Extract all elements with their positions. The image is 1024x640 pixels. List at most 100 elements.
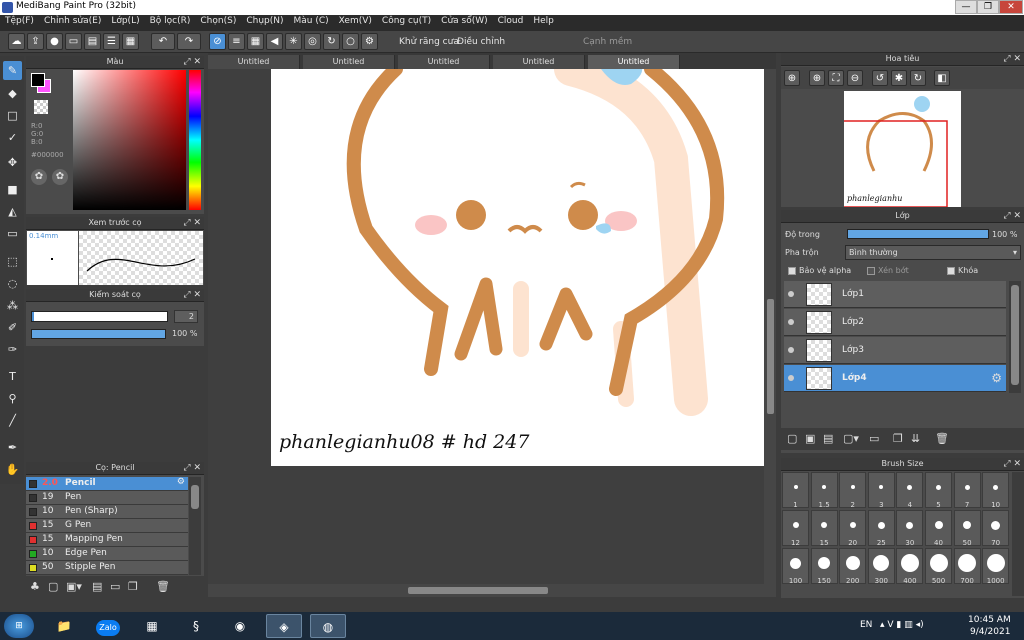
tab-untitled-5[interactable]: Untitled	[588, 55, 680, 69]
grid-snap-icon[interactable]: ▦	[247, 33, 264, 50]
tab-untitled-2[interactable]: Untitled	[303, 55, 395, 69]
menu-snap[interactable]: Chụp(N)	[241, 15, 288, 27]
brush-size-cell[interactable]: 700	[953, 548, 981, 585]
zalo-icon[interactable]: Zalo	[90, 614, 126, 638]
brush-size-cell[interactable]: 5	[925, 472, 952, 509]
fit-icon[interactable]: ⛶	[828, 70, 844, 86]
radial-snap-icon[interactable]: ✳	[285, 33, 302, 50]
comment-icon[interactable]: ●	[46, 33, 63, 50]
brush-size-cell[interactable]: 4	[896, 472, 924, 509]
settings-snap-icon[interactable]: ⚙	[361, 33, 378, 50]
lasso-tool-icon[interactable]: ◌	[3, 274, 22, 293]
brush-size-cell[interactable]: 30	[896, 510, 924, 547]
brush-size-cell[interactable]: 3	[867, 472, 895, 509]
redo-icon[interactable]: ↷	[177, 33, 201, 50]
circle-snap-icon[interactable]: ◎	[304, 33, 321, 50]
visibility-icon[interactable]	[788, 347, 794, 353]
canvas-vertical-scrollbar[interactable]	[764, 69, 776, 584]
layer-row[interactable]: Lớp1	[784, 281, 1006, 308]
zoom-in-2-icon[interactable]: ⊕	[809, 70, 825, 86]
saturation-value-picker[interactable]	[73, 70, 186, 210]
shape-tool-icon[interactable]: ■	[3, 180, 22, 199]
brush-menu-icon[interactable]: ▣▾	[66, 580, 82, 593]
brush-size-cell[interactable]: 500	[925, 548, 952, 585]
brush-settings-icon[interactable]: ⚙	[177, 477, 185, 487]
tab-untitled-1[interactable]: Untitled	[208, 55, 300, 69]
magic-wand-icon[interactable]: ⁂	[3, 296, 22, 315]
new-halftone-layer-icon[interactable]: ▣	[805, 432, 815, 445]
menu-cloud[interactable]: Cloud	[493, 15, 529, 27]
select-tool-icon[interactable]: ⬚	[3, 252, 22, 271]
brush-list-scrollbar[interactable]	[189, 477, 201, 575]
brush-item[interactable]: 50 Stipple Pen	[26, 561, 188, 575]
canvas-horizontal-scrollbar[interactable]	[208, 584, 776, 597]
brush-size-cell[interactable]: 2	[839, 472, 867, 509]
brush-size-cell[interactable]: 300	[867, 548, 895, 585]
trash-icon[interactable]: 🗑	[935, 432, 949, 445]
visibility-icon[interactable]	[788, 375, 794, 381]
gradient-tool-icon[interactable]: ▭	[3, 224, 22, 243]
clock-time[interactable]: 10:45 AM	[968, 615, 1011, 625]
brush-size-cell[interactable]: 20	[839, 510, 867, 547]
drawing-canvas[interactable]: phanlegianhu08 # hd 247	[271, 69, 764, 466]
app-grid-icon[interactable]: ▦	[134, 614, 170, 638]
menu-filter[interactable]: Bộ lọc(R)	[145, 15, 196, 27]
palette-icon[interactable]: ✿	[31, 169, 47, 185]
operation-tool-icon[interactable]: ⚲	[3, 389, 22, 408]
protect-alpha-checkbox[interactable]	[788, 267, 796, 275]
menu-edit[interactable]: Chỉnh sửa(E)	[39, 15, 106, 27]
brush-size-cell[interactable]: 12	[782, 510, 809, 547]
brush-size-scrollbar[interactable]	[1012, 472, 1024, 596]
layer-row-selected[interactable]: Lớp4 ⚙	[784, 365, 1006, 392]
share-icon[interactable]: ⇪	[27, 33, 44, 50]
ellipse-snap-icon[interactable]: ○	[342, 33, 359, 50]
restore-button[interactable]: ❐	[977, 0, 999, 14]
clip-checkbox[interactable]	[867, 267, 875, 275]
menu-window[interactable]: Cửa sổ(W)	[436, 15, 492, 27]
layer-folder-icon[interactable]: ▭	[869, 432, 879, 445]
minimize-button[interactable]: —	[955, 0, 977, 14]
brush-folder-icon[interactable]: ▭	[110, 580, 120, 593]
brush-size-cell[interactable]: 1.5	[810, 472, 838, 509]
brush-size-cell[interactable]: 15	[810, 510, 838, 547]
transparent-swatch[interactable]	[34, 100, 48, 114]
close-icon[interactable]: ⤢ ✕	[183, 217, 201, 229]
add-layer-menu-icon[interactable]: ▢▾	[843, 432, 859, 445]
new-8bit-layer-icon[interactable]: ▤	[823, 432, 833, 445]
grid-icon[interactable]: ▦	[122, 33, 139, 50]
hand-tool-icon[interactable]: ✋	[3, 460, 22, 479]
move-tool-icon[interactable]: ✥	[3, 153, 22, 172]
blend-mode-dropdown[interactable]: Bình thường ▾	[845, 245, 1021, 260]
layer-settings-icon[interactable]: ⚙	[991, 371, 1002, 385]
brush-size-cell[interactable]: 200	[839, 548, 867, 585]
brush-opacity-slider[interactable]	[31, 329, 166, 339]
eraser-tool-icon[interactable]: ◆	[3, 84, 22, 103]
menu-color[interactable]: Màu (C)	[289, 15, 334, 27]
rotate-left-icon[interactable]: ↺	[872, 70, 888, 86]
close-button[interactable]: ✕	[999, 0, 1023, 14]
rotate-right-icon[interactable]: ↻	[910, 70, 926, 86]
snap-off-icon[interactable]: ⊘	[209, 33, 226, 50]
brush-tool-icon[interactable]: ✎	[3, 61, 22, 80]
tab-untitled-3[interactable]: Untitled	[398, 55, 490, 69]
brush-size-slider[interactable]	[31, 311, 168, 322]
layer-row[interactable]: Lớp2	[784, 309, 1006, 336]
dot-tool-icon[interactable]: □	[3, 106, 22, 125]
zoom-in-icon[interactable]: ⊕	[784, 70, 800, 86]
start-button[interactable]: ⊞	[4, 614, 34, 638]
select-eraser-icon[interactable]: ✑	[3, 340, 22, 359]
close-icon[interactable]: ⤢ ✕	[1003, 210, 1021, 222]
navigator-thumbnail[interactable]: phanlegianhu	[830, 91, 961, 208]
vanish-snap-icon[interactable]: ◀	[266, 33, 283, 50]
undo-icon[interactable]: ↶	[151, 33, 175, 50]
chrome-icon[interactable]: ◉	[222, 614, 258, 638]
cloud-icon[interactable]: ☁	[8, 33, 25, 50]
file-explorer-icon[interactable]: 📁	[46, 614, 82, 638]
close-icon[interactable]: ⤢ ✕	[1003, 53, 1021, 65]
brush-size-cell[interactable]: 1000	[982, 548, 1010, 585]
brush-item[interactable]: 10 Pen (Sharp)	[26, 505, 188, 519]
brush-item[interactable]: 15 G Pen	[26, 519, 188, 533]
chat-icon[interactable]: ▭	[65, 33, 82, 50]
close-icon[interactable]: ⤢ ✕	[1003, 458, 1021, 470]
lock-checkbox[interactable]	[947, 267, 955, 275]
